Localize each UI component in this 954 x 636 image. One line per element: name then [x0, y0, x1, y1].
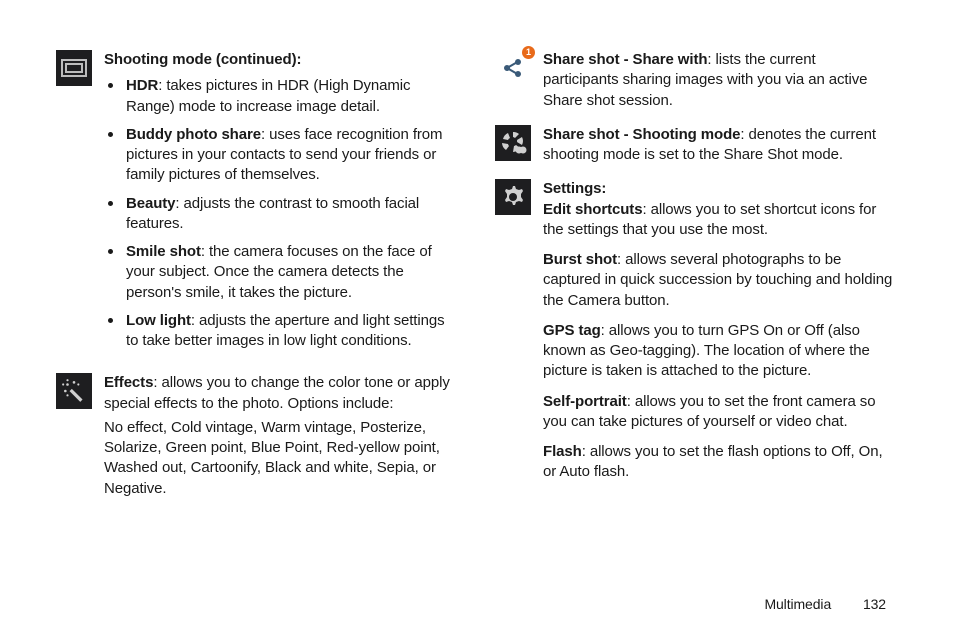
list-item: Smile shot: the camera focuses on the fa… [122, 242, 455, 303]
share-with-section: 1 Share shot - Share with: lists the cur… [495, 50, 894, 111]
share-mode-icon [495, 125, 531, 161]
footer-page-number: 132 [863, 596, 886, 612]
list-item: Low light: adjusts the aperture and ligh… [122, 311, 455, 352]
effects-icon [56, 373, 92, 409]
share-mode-section: Share shot - Shooting mode: denotes the … [495, 125, 894, 166]
shooting-mode-icon [56, 50, 92, 86]
list-item: Beauty: adjusts the contrast to smooth f… [122, 194, 455, 235]
effects-intro: Effects: allows you to change the color … [104, 373, 455, 414]
share-icon: 1 [495, 50, 531, 86]
share-badge: 1 [522, 46, 535, 59]
right-column: 1 Share shot - Share with: lists the cur… [495, 50, 894, 513]
effects-options: No effect, Cold vintage, Warm vintage, P… [104, 418, 455, 499]
settings-item: Self-portrait: allows you to set the fro… [543, 392, 894, 433]
settings-item: Edit shortcuts: allows you to set shortc… [543, 200, 894, 241]
shooting-mode-heading: Shooting mode (continued): [104, 50, 455, 70]
footer-chapter: Multimedia [764, 596, 831, 612]
settings-item: Burst shot: allows several photographs t… [543, 250, 894, 311]
settings-icon [495, 179, 531, 215]
shooting-mode-section: Shooting mode (continued): HDR: takes pi… [56, 50, 455, 359]
settings-section: Settings: Edit shortcuts: allows you to … [495, 179, 894, 492]
list-item: Buddy photo share: uses face recognition… [122, 125, 455, 186]
effects-section: Effects: allows you to change the color … [56, 373, 455, 499]
share-with-label: Share shot - Share with [543, 51, 707, 68]
settings-item: GPS tag: allows you to turn GPS On or Of… [543, 321, 894, 382]
list-item: HDR: takes pictures in HDR (High Dynamic… [122, 76, 455, 117]
left-column: Shooting mode (continued): HDR: takes pi… [56, 50, 455, 513]
page-footer: Multimedia 132 [764, 595, 886, 614]
settings-item: Flash: allows you to set the flash optio… [543, 442, 894, 483]
shooting-mode-list: HDR: takes pictures in HDR (High Dynamic… [104, 76, 455, 351]
settings-heading: Settings: [543, 179, 894, 199]
share-mode-label: Share shot - Shooting mode [543, 126, 740, 143]
